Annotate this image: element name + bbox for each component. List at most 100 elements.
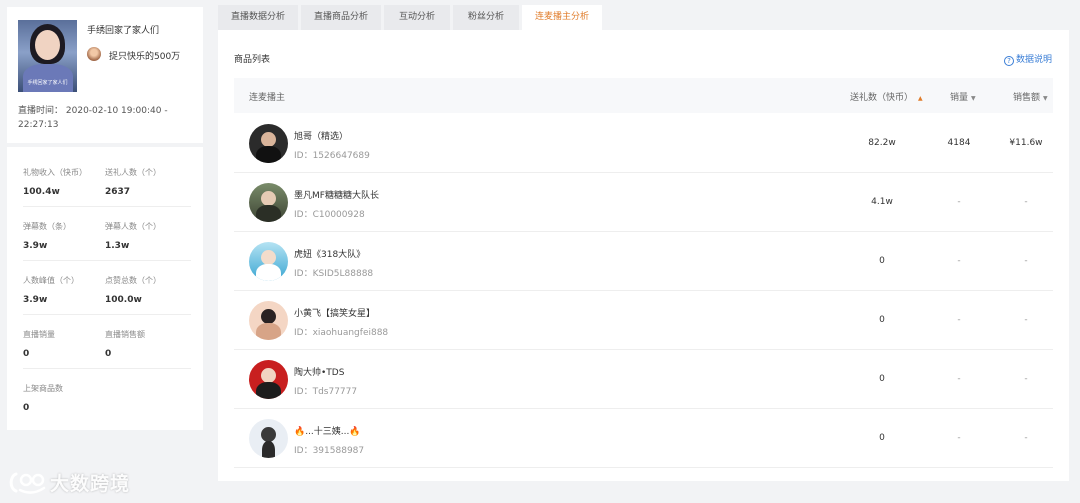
avatar-face [261,368,276,383]
table-row[interactable]: 陶大帅•TDS ID：Tds77777 0 - - [234,350,1053,409]
tab-fans[interactable]: 粉丝分析 [453,5,519,30]
row-anchor-name: 虎妞《318大队》 [294,250,366,260]
table-row[interactable]: 旭哥（精选） ID：1526647689 82.2w 4184 ¥11.6w [234,114,1053,173]
col-header-sales-label: 销量 [950,93,969,103]
tab-live-products[interactable]: 直播商品分析 [301,5,381,30]
avatar-body [23,64,73,92]
col-header-revenue[interactable]: 销售额 ▼ [1013,90,1048,103]
stat-live-sales: 直播销量 0 [23,329,55,359]
anchor-avatar[interactable]: 手绣回家了家人们 [18,20,77,92]
row-avatar [249,301,288,340]
row-gift: 82.2w [868,138,896,148]
table-row[interactable]: 🔥...十三姨...🔥 ID：391588987 0 - - [234,409,1053,468]
stat-row: 弹幕数（条） 3.9w 弹幕人数（个） 1.3w [23,207,191,261]
row-avatar [249,242,288,281]
table-header: 连麦播主 送礼数（快币） ▲ 销量 ▼ 销售额 ▼ [234,78,1053,113]
stat-label: 弹幕人数（个） [105,222,161,231]
tab-co-streamer[interactable]: 连麦播主分析 [522,5,602,30]
stat-value: 3.9w [23,295,48,305]
row-revenue: - [1024,374,1028,384]
avatar-body [256,264,281,281]
row-anchor-id: ID：1526647689 [294,151,370,161]
stat-value: 0 [23,403,30,413]
watermark-text: 大数跨境 [50,473,131,495]
tab-live-data[interactable]: 直播数据分析 [218,5,298,30]
avatar-face [261,427,276,442]
avatar-face [261,250,276,265]
row-sales: 4184 [947,138,971,148]
anchor-profile-card: 手绣回家了家人们 手绣回家了家人们 捉只快乐的500万 直播时间： 2020-0… [7,7,203,143]
stat-gifters: 送礼人数（个） 2637 [105,167,161,197]
avatar-body [256,205,281,222]
row-revenue: - [1024,256,1028,266]
row-avatar [249,419,288,458]
row-revenue: - [1024,315,1028,325]
col-header-gift[interactable]: 送礼数（快币） ▲ [850,90,923,103]
row-anchor-name: 墨凡MF糖糖糖大队长 [294,191,379,201]
row-anchor-name: 陶大帅•TDS [294,368,345,378]
table-row[interactable]: 墨凡MF糖糖糖大队长 ID：C10000928 4.1w - - [234,173,1053,232]
stat-danmaku-count: 弹幕数（条） 3.9w [23,221,71,251]
stat-value: 2637 [105,187,131,197]
row-sales: - [957,433,961,443]
stat-danmaku-users: 弹幕人数（个） 1.3w [105,221,161,251]
row-sales: - [957,374,961,384]
avatar-face [261,132,276,147]
stat-value: 100.4w [23,187,60,197]
stat-label: 直播销量 [23,330,55,339]
stat-label: 上架商品数 [23,384,63,393]
sub-name: 捉只快乐的500万 [109,52,181,62]
row-sales: - [957,197,961,207]
stat-row: 上架商品数 0 [23,369,191,423]
row-gift: 0 [879,256,885,266]
watermark-logo-icon [9,472,46,494]
stat-live-revenue: 直播销售额 0 [105,329,145,359]
table-row[interactable]: 小黄飞【搞笑女星】 ID：xiaohuangfei888 0 - - [234,291,1053,350]
stat-value: 3.9w [23,241,48,251]
row-sales: - [957,315,961,325]
stat-value: 100.0w [105,295,142,305]
row-anchor-id: ID：xiaohuangfei888 [294,328,389,338]
live-time: 直播时间： 2020-02-10 19:00:40 - 22:27:13 [18,104,198,132]
row-sales: - [957,256,961,266]
stat-value: 0 [105,349,112,359]
avatar-caption: 手绣回家了家人们 [27,80,68,86]
data-description-link[interactable]: ? 数据说明 [1003,52,1052,66]
table-row[interactable]: 虎妞《318大队》 ID：KSID5L88888 0 - - [234,232,1053,291]
avatar-face [35,30,60,60]
stat-listed-products: 上架商品数 0 [23,383,63,413]
row-anchor-id: ID：391588987 [294,446,365,456]
help-circle-icon: ? [1003,56,1014,66]
stat-likes: 点赞总数（个） 100.0w [105,275,161,305]
col-header-gift-label: 送礼数（快币） [850,93,914,103]
stat-gift-income: 礼物收入（快币） 100.4w [23,167,87,197]
stat-row: 礼物收入（快币） 100.4w 送礼人数（个） 2637 [23,153,191,207]
row-revenue: - [1024,433,1028,443]
row-anchor-id: ID：KSID5L88888 [294,269,374,279]
col-header-revenue-label: 销售额 [1013,93,1041,103]
anchor-name: 手绣回家了家人们 [87,26,160,36]
avatar-body [256,323,281,340]
tab-interaction[interactable]: 互动分析 [384,5,450,30]
main-panel: 商品列表 ? 数据说明 连麦播主 送礼数（快币） ▲ 销量 ▼ 销售额 ▼ 旭哥（精选）… [218,30,1069,481]
sort-down-icon: ▼ [1043,95,1048,102]
avatar-face [261,191,276,206]
stat-label: 礼物收入（快币） [23,168,87,177]
row-avatar [249,124,288,163]
live-stats-card: 礼物收入（快币） 100.4w 送礼人数（个） 2637 弹幕数（条） 3.9w… [7,147,203,430]
row-revenue: - [1024,197,1028,207]
row-anchor-name: 小黄飞【搞笑女星】 [294,309,376,319]
stat-value: 0 [23,349,30,359]
stat-row: 人数峰值（个） 3.9w 点赞总数（个） 100.0w [23,261,191,315]
row-avatar [249,360,288,399]
stat-label: 直播销售额 [105,330,145,339]
stat-label: 弹幕数（条） [23,222,71,231]
row-revenue: ¥11.6w [1009,138,1043,148]
col-header-sales[interactable]: 销量 ▼ [950,90,976,103]
row-gift: 0 [879,315,885,325]
row-anchor-name: 旭哥（精选） [294,132,349,142]
row-gift: 0 [879,374,885,384]
col-header-anchor: 连麦播主 [249,93,286,103]
panel-title: 商品列表 [234,55,271,65]
sub-avatar [87,47,101,61]
